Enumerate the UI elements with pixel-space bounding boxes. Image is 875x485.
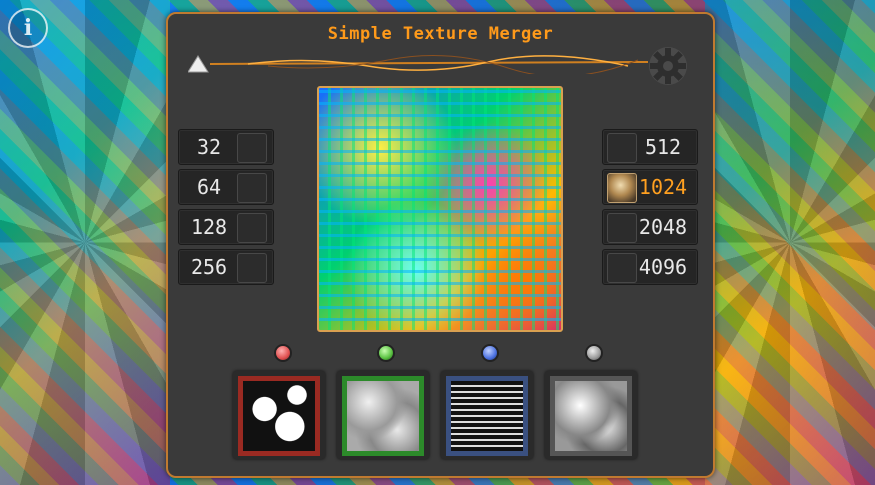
size-button-64[interactable]: 64 xyxy=(178,169,274,205)
size-button-32[interactable]: 32 xyxy=(178,129,274,165)
blue-channel-led xyxy=(481,344,499,362)
size-checkbox-selected xyxy=(607,173,637,203)
gray-channel-led xyxy=(585,344,603,362)
size-checkbox xyxy=(607,213,637,243)
size-button-4096[interactable]: 4096 xyxy=(602,249,698,285)
main-panel: Simple Texture Merger 32 64 128 256 512 … xyxy=(166,12,715,478)
background-texture-right xyxy=(705,0,875,485)
size-button-1024[interactable]: 1024 xyxy=(602,169,698,205)
size-checkbox xyxy=(237,133,267,163)
app-title: Simple Texture Merger xyxy=(327,24,554,44)
prism-logo-icon xyxy=(188,55,209,73)
background-texture-left xyxy=(0,0,170,485)
title-decoration xyxy=(188,55,648,74)
size-label: 64 xyxy=(196,175,222,199)
red-channel-led xyxy=(274,344,292,362)
green-channel-led xyxy=(377,344,395,362)
size-checkbox xyxy=(237,253,267,283)
green-channel-slot[interactable] xyxy=(337,371,429,459)
gray-channel-texture xyxy=(550,376,632,456)
size-label: 256 xyxy=(190,255,228,279)
size-button-256[interactable]: 256 xyxy=(178,249,274,285)
size-label: 32 xyxy=(196,135,222,159)
blue-channel-slot[interactable] xyxy=(441,371,533,459)
blue-channel-texture xyxy=(446,376,528,456)
red-channel-texture xyxy=(238,376,320,456)
size-checkbox xyxy=(237,173,267,203)
size-checkbox xyxy=(607,253,637,283)
size-button-128[interactable]: 128 xyxy=(178,209,274,245)
gear-icon xyxy=(649,47,687,85)
size-label: 2048 xyxy=(638,215,688,239)
info-button[interactable]: i xyxy=(8,8,48,48)
gray-channel-slot[interactable] xyxy=(545,371,637,459)
size-button-2048[interactable]: 2048 xyxy=(602,209,698,245)
size-label: 512 xyxy=(644,135,682,159)
green-channel-texture xyxy=(342,376,424,456)
size-button-512[interactable]: 512 xyxy=(602,129,698,165)
size-checkbox xyxy=(607,133,637,163)
red-channel-slot[interactable] xyxy=(233,371,325,459)
size-checkbox xyxy=(237,213,267,243)
merged-texture-preview xyxy=(317,86,563,332)
size-label: 128 xyxy=(190,215,228,239)
size-label: 1024 xyxy=(638,175,688,199)
size-label: 4096 xyxy=(638,255,688,279)
settings-button[interactable] xyxy=(646,44,690,88)
info-icon: i xyxy=(23,15,33,41)
